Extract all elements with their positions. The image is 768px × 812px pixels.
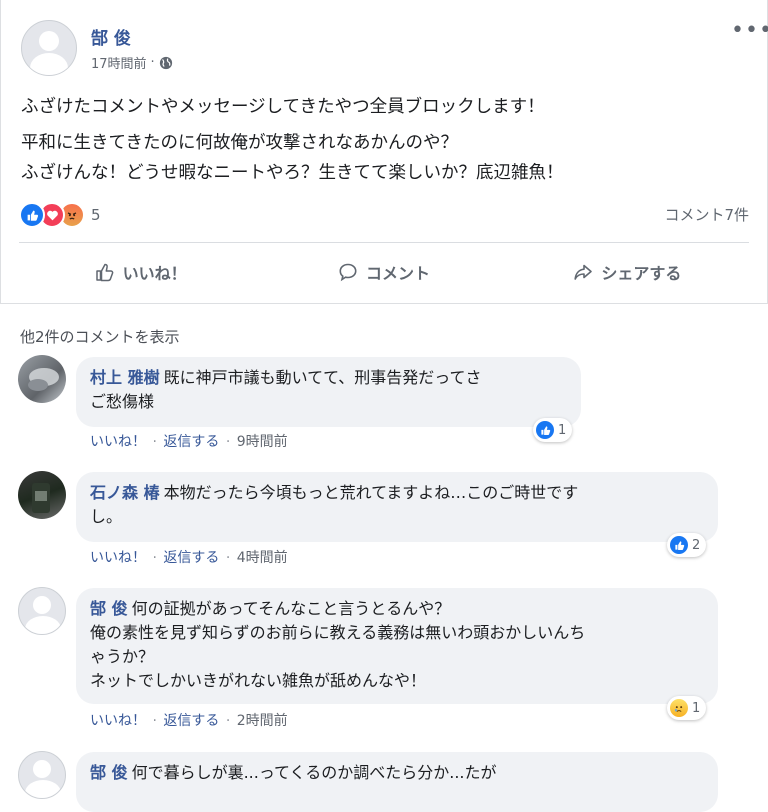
commenter-avatar[interactable] bbox=[18, 471, 66, 519]
comment-like-link[interactable]: いいね！ bbox=[90, 434, 146, 450]
like-button-label: いいね！ bbox=[122, 264, 187, 283]
comment-text-line: 既に神戸市議も動いてて、刑事告発だってさ bbox=[163, 368, 482, 387]
like-reaction-icon bbox=[670, 536, 688, 554]
comment-bubble: 郜 俊何の証拠があってそんなこと言うとるんや？ 俺の素性を見ず知らずのお前らに教… bbox=[76, 588, 718, 704]
like-reaction-icon bbox=[19, 202, 45, 228]
comment-meta: いいね！ · 返信する · 4時間前 bbox=[90, 547, 288, 567]
reaction-summary[interactable]: 5 bbox=[19, 202, 101, 228]
thumbs-up-icon bbox=[95, 263, 114, 282]
share-icon bbox=[574, 264, 593, 280]
comment-like-link[interactable]: いいね！ bbox=[90, 713, 146, 729]
commenter-name[interactable]: 郜 俊 bbox=[90, 763, 128, 782]
comment-count-link[interactable]: コメント7件 bbox=[664, 204, 749, 225]
post-text-line: ふざけたコメントやメッセージしてきたやつ全員ブロックします！ bbox=[21, 97, 545, 117]
meta-separator: · bbox=[225, 434, 231, 450]
more-icon[interactable]: ••• bbox=[731, 18, 768, 43]
comment-text-line: ゃうか？ bbox=[90, 647, 155, 666]
comment-icon bbox=[339, 263, 357, 282]
comment-bubble: 郜 俊何で暮らしが裏...ってくるのか調べたら分か...たが bbox=[76, 752, 718, 812]
meta-separator: · bbox=[150, 55, 155, 70]
commenter-name[interactable]: 石ノ森 椿 bbox=[90, 483, 160, 502]
comment-reaction-count: 1 bbox=[692, 700, 701, 716]
comment-reaction-badge[interactable]: 1 bbox=[667, 696, 707, 720]
comment-text-line: 何の証拠があってそんなこと言うとるんや？ bbox=[131, 599, 451, 618]
share-button-label: シェアする bbox=[601, 264, 682, 283]
post-timestamp[interactable]: 17時間前 bbox=[91, 53, 147, 72]
commenter-avatar[interactable] bbox=[18, 587, 66, 635]
divider bbox=[19, 242, 749, 243]
like-button[interactable]: いいね！ bbox=[19, 250, 262, 294]
globe-icon[interactable] bbox=[159, 56, 173, 70]
comment-text-line: 本物だったら今頃もっと荒れてますよね…このご時世です bbox=[163, 483, 579, 502]
comment-reaction-badge[interactable]: 2 bbox=[667, 533, 707, 557]
comment-reaction-badge[interactable]: 1 bbox=[533, 418, 573, 442]
comment-reaction-count: 2 bbox=[692, 537, 701, 553]
comment-bubble: 村上 雅樹 既に神戸市議も動いてて、刑事告発だってさ ご愁傷様 bbox=[76, 357, 581, 427]
comment-timestamp[interactable]: 9時間前 bbox=[237, 434, 288, 450]
share-button[interactable]: シェアする bbox=[506, 250, 749, 294]
comment-like-link[interactable]: いいね！ bbox=[90, 550, 146, 566]
comment-text-line: し。 bbox=[90, 507, 123, 526]
comment-bubble: 石ノ森 椿本物だったら今頃もっと荒れてますよね…このご時世です し。 bbox=[76, 472, 718, 542]
comment-timestamp[interactable]: 4時間前 bbox=[237, 550, 288, 566]
commenter-name[interactable]: 郜 俊 bbox=[90, 599, 128, 618]
commenter-avatar[interactable] bbox=[18, 355, 66, 403]
comment-text-line: 何で暮らしが裏...ってくるのか調べたら分か...たが bbox=[131, 763, 497, 782]
comment-meta: いいね！ · 返信する · 2時間前 bbox=[90, 710, 288, 730]
view-more-comments-link[interactable]: 他2件のコメントを表示 bbox=[20, 326, 180, 347]
commenter-name[interactable]: 村上 雅樹 bbox=[90, 368, 160, 387]
meta-separator: · bbox=[225, 550, 231, 566]
post-text-line: 平和に生きてきたのに何故俺が攻撃されなあかんのや？ bbox=[21, 133, 458, 153]
comment-meta: いいね！ · 返信する · 9時間前 bbox=[90, 431, 288, 451]
commenter-avatar[interactable] bbox=[18, 751, 66, 799]
comment-text-line: ネットでしかいきがれない雑魚が舐めんなや！ bbox=[90, 671, 427, 690]
comment-reply-link[interactable]: 返信する bbox=[163, 713, 219, 729]
post-actions: いいね！ コメント シェアする bbox=[19, 250, 749, 294]
comment-button-label: コメント bbox=[365, 264, 430, 283]
comment-text-line: ご愁傷様 bbox=[90, 392, 155, 411]
like-reaction-icon bbox=[536, 421, 554, 439]
meta-separator: · bbox=[152, 434, 157, 450]
post-text-line: ふざけんな！どうせ暇なニートやろ？生きてて楽しいか？底辺雑魚！ bbox=[21, 163, 564, 183]
comment-reaction-count: 1 bbox=[558, 422, 567, 438]
comment-reply-link[interactable]: 返信する bbox=[163, 550, 219, 566]
meta-separator: · bbox=[152, 713, 157, 729]
sad-reaction-icon bbox=[670, 699, 688, 717]
meta-separator: · bbox=[152, 550, 157, 566]
comment-timestamp[interactable]: 2時間前 bbox=[237, 713, 288, 729]
author-avatar[interactable] bbox=[21, 20, 77, 76]
post-card: 郜 俊 17時間前 · ••• ふざけたコメントやメッセージしてきたやつ全員ブロ… bbox=[0, 0, 768, 304]
comment-text-line: 俺の素性を見ず知らずのお前らに教える義務は無いわ頭おかしいんち bbox=[90, 623, 586, 642]
comment-button[interactable]: コメント bbox=[262, 250, 505, 294]
meta-separator: · bbox=[225, 713, 231, 729]
post-meta: 17時間前 · bbox=[91, 53, 173, 72]
comment-reply-link[interactable]: 返信する bbox=[163, 434, 219, 450]
post-author-name[interactable]: 郜 俊 bbox=[91, 24, 131, 49]
reaction-count: 5 bbox=[91, 206, 101, 224]
